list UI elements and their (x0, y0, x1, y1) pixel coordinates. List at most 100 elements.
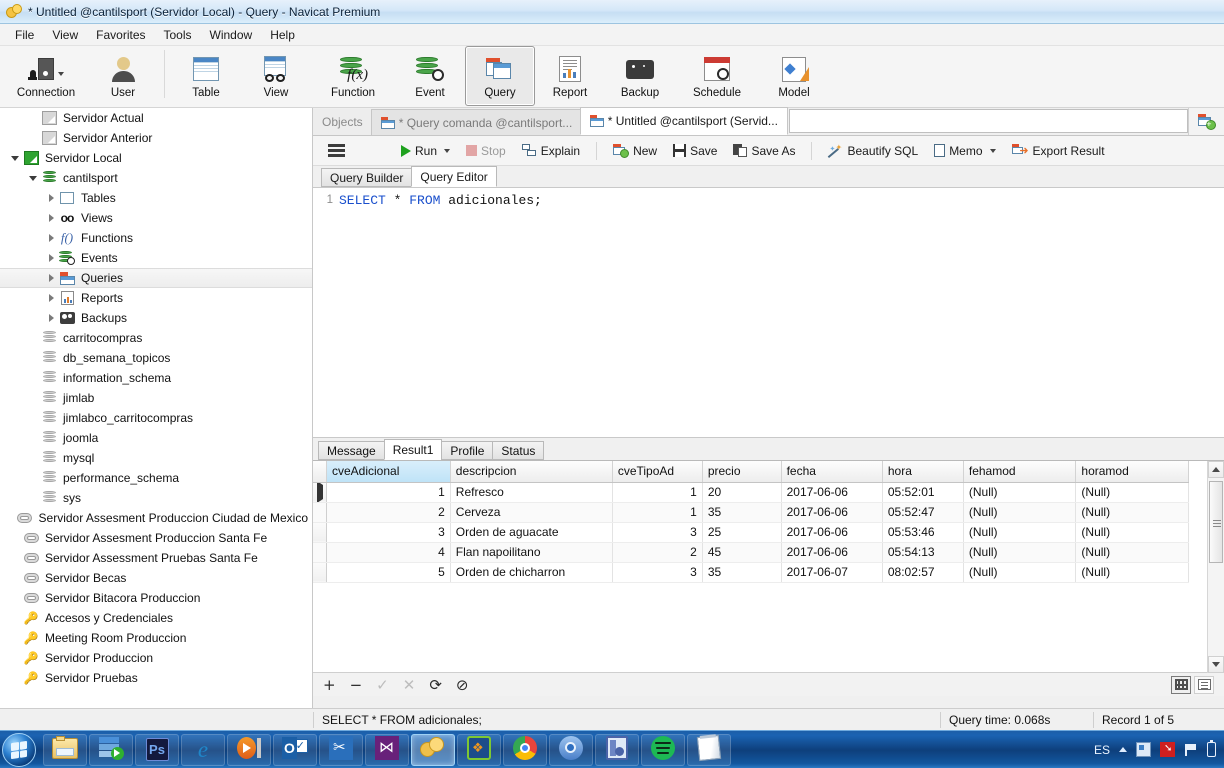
grid-cell-descripcion[interactable]: Flan napoilitano (450, 542, 613, 563)
grid-column-header-cveAdicional[interactable]: cveAdicional (326, 461, 451, 483)
add-record-icon[interactable]: + (323, 677, 336, 692)
menu-file[interactable]: File (6, 26, 43, 44)
grid-column-header-fecha[interactable]: fecha (781, 461, 883, 483)
grid-column-header-precio[interactable]: precio (702, 461, 782, 483)
add-query-tab-button[interactable]: + (1188, 108, 1224, 135)
cancel-changes-icon[interactable]: ✕ (403, 677, 416, 692)
grid-cell-horamod[interactable]: (Null) (1075, 482, 1189, 503)
grid-cell-descripcion[interactable]: Orden de chicharron (450, 562, 613, 583)
grid-cell-cveTipoAd[interactable]: 1 (612, 502, 703, 523)
grid-cell-cveAdicional[interactable]: 1 (326, 482, 451, 503)
grid-cell-fecha[interactable]: 2017-06-07 (781, 562, 883, 583)
scroll-up-button[interactable] (1208, 461, 1224, 478)
tree-item-mysql[interactable]: mysql (0, 448, 312, 468)
tab-query-comanda[interactable]: * Query comanda @cantilsport... (370, 109, 581, 135)
stop-button[interactable]: Stop (459, 140, 513, 162)
tree-item-sys[interactable]: sys (0, 488, 312, 508)
query-menu-button[interactable] (321, 140, 352, 161)
grid-cell-descripcion[interactable]: Refresco (450, 482, 613, 503)
windows-start-orb-icon[interactable] (2, 732, 36, 767)
taskbar-sql-server-button[interactable] (89, 733, 133, 766)
grid-cell-precio[interactable]: 35 (702, 562, 782, 583)
refresh-icon[interactable]: ⟳ (429, 677, 442, 692)
toolbar-connection-button[interactable]: Connection (4, 46, 88, 106)
row-indicator[interactable] (313, 502, 327, 523)
toolbar-backup-button[interactable]: Backup (605, 46, 675, 106)
tree-item-servidor-pruebas[interactable]: 🔑 Servidor Pruebas (0, 668, 312, 688)
grid-cell-hora[interactable]: 08:02:57 (882, 562, 964, 583)
tray-language[interactable]: ES (1094, 743, 1110, 757)
taskbar-chrome-button[interactable] (503, 733, 547, 766)
grid-cell-fehamod[interactable]: (Null) (963, 542, 1077, 563)
grid-cell-fecha[interactable]: 2017-06-06 (781, 482, 883, 503)
tray-app-icon[interactable] (1136, 742, 1151, 757)
grid-column-header-horamod[interactable]: horamod (1075, 461, 1189, 483)
grid-column-header-descripcion[interactable]: descripcion (450, 461, 613, 483)
tree-item-reports[interactable]: Reports (0, 288, 312, 308)
tree-item-db-semana-topicos[interactable]: db_semana_topicos (0, 348, 312, 368)
battery-icon[interactable] (1207, 740, 1216, 757)
memo-button[interactable]: Memo (927, 140, 1002, 162)
grid-column-header-fehamod[interactable]: fehamod (963, 461, 1077, 483)
grid-cell-precio[interactable]: 35 (702, 502, 782, 523)
menu-favorites[interactable]: Favorites (87, 26, 154, 44)
taskbar-spotify-button[interactable] (641, 733, 685, 766)
tab-search-input[interactable] (788, 109, 1188, 133)
tree-expander[interactable] (44, 294, 58, 302)
grid-cell-precio[interactable]: 25 (702, 522, 782, 543)
table-row[interactable]: 5 Orden de chicharron 3 35 2017-06-07 08:02:5… (313, 562, 1189, 583)
grid-cell-hora[interactable]: 05:52:47 (882, 502, 964, 523)
tree-item-performance-schema[interactable]: performance_schema (0, 468, 312, 488)
table-row[interactable]: 1 Refresco 1 20 2017-06-06 05:52:01 (Null) (Nul… (313, 482, 1189, 503)
grid-cell-horamod[interactable]: (Null) (1075, 522, 1189, 543)
grid-cell-descripcion[interactable]: Orden de aguacate (450, 522, 613, 543)
apply-changes-icon[interactable]: ✓ (376, 677, 389, 692)
tree-item-servidor-local[interactable]: Servidor Local (0, 148, 312, 168)
grid-cell-fehamod[interactable]: (Null) (963, 522, 1077, 543)
row-indicator[interactable] (313, 562, 327, 583)
grid-cell-horamod[interactable]: (Null) (1075, 502, 1189, 523)
tree-item-views[interactable]: oo Views (0, 208, 312, 228)
menu-help[interactable]: Help (261, 26, 304, 44)
taskbar-visual-studio-button[interactable]: ⋈ (365, 733, 409, 766)
grid-cell-hora[interactable]: 05:54:13 (882, 542, 964, 563)
scroll-down-button[interactable] (1208, 656, 1224, 673)
taskbar-photoshop-button[interactable]: Ps (135, 733, 179, 766)
grid-vertical-scrollbar[interactable] (1207, 461, 1224, 673)
tree-item-servidor-assesment-produccion-santa-fe[interactable]: Servidor Assesment Produccion Santa Fe (0, 528, 312, 548)
tree-item-joomla[interactable]: joomla (0, 428, 312, 448)
grid-cell-cveAdicional[interactable]: 2 (326, 502, 451, 523)
tree-item-meeting-room-produccion[interactable]: 🔑 Meeting Room Produccion (0, 628, 312, 648)
tree-item-backups[interactable]: Backups (0, 308, 312, 328)
tree-expander[interactable] (44, 234, 58, 242)
toolbar-table-button[interactable]: Table (171, 46, 241, 106)
tree-item-information-schema[interactable]: information_schema (0, 368, 312, 388)
grid-cell-horamod[interactable]: (Null) (1075, 542, 1189, 563)
tree-item-servidor-actual[interactable]: Servidor Actual (0, 108, 312, 128)
delete-record-icon[interactable]: − (350, 677, 363, 692)
new-button[interactable]: New (606, 140, 664, 162)
grid-cell-fecha[interactable]: 2017-06-06 (781, 502, 883, 523)
toolbar-view-button[interactable]: View (241, 46, 311, 106)
taskbar-notepad-button[interactable] (687, 733, 731, 766)
tab-status[interactable]: Status (492, 441, 545, 460)
tree-item-cantilsport[interactable]: cantilsport (0, 168, 312, 188)
tree-expander[interactable] (8, 155, 22, 161)
grid-cell-cveTipoAd[interactable]: 1 (612, 482, 703, 503)
tree-expander[interactable] (44, 254, 58, 262)
grid-column-header-cveTipoAd[interactable]: cveTipoAd (612, 461, 703, 483)
stop-loading-icon[interactable]: ⊘ (456, 677, 469, 692)
tree-item-carritocompras[interactable]: carritocompras (0, 328, 312, 348)
row-indicator[interactable] (313, 542, 327, 563)
taskbar-virtualbox-button[interactable]: ❖ (457, 733, 501, 766)
tree-item-functions[interactable]: f() Functions (0, 228, 312, 248)
grid-cell-cveTipoAd[interactable]: 3 (612, 522, 703, 543)
grid-cell-hora[interactable]: 05:52:01 (882, 482, 964, 503)
tree-item-jimlab[interactable]: jimlab (0, 388, 312, 408)
tab-query-builder[interactable]: Query Builder (321, 168, 413, 187)
tree-item-servidor-becas[interactable]: Servidor Becas (0, 568, 312, 588)
grid-cell-precio[interactable]: 45 (702, 542, 782, 563)
grid-cell-fehamod[interactable]: (Null) (963, 482, 1077, 503)
tab-query-editor[interactable]: Query Editor (411, 166, 497, 187)
tab-objects[interactable]: Objects (313, 109, 372, 135)
